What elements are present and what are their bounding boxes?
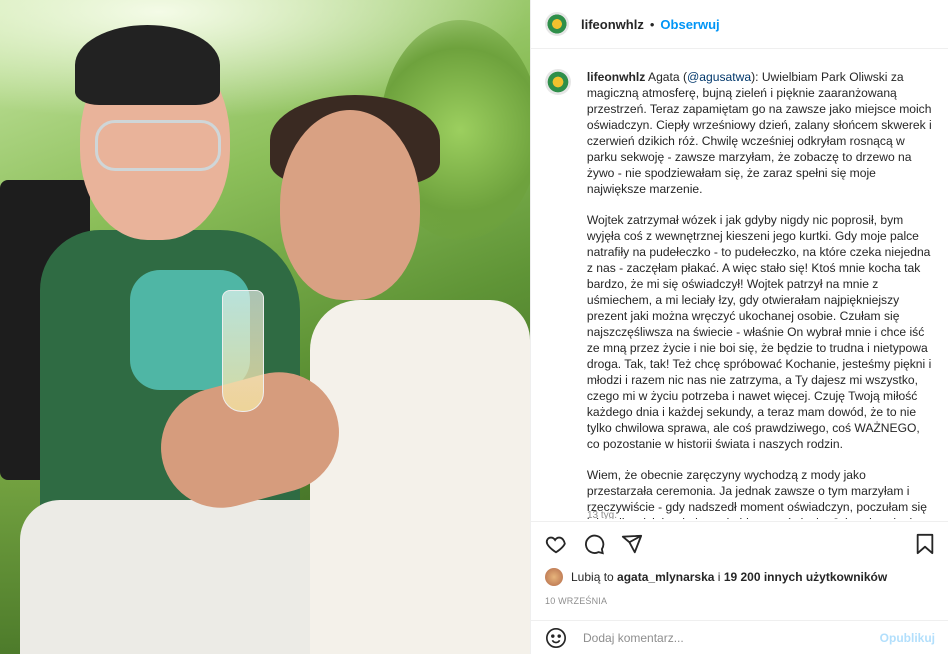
- caption-paragraph-1: lifeonwhlz Agata (@agusatwa): Uwielbiam …: [587, 70, 932, 196]
- post-photo[interactable]: [0, 0, 530, 654]
- action-bar: [531, 521, 948, 565]
- post-date[interactable]: 10 WRZEŚNIA: [545, 596, 607, 606]
- photo-champagne-glass: [222, 290, 264, 412]
- photo-woman-face: [280, 110, 420, 300]
- share-icon[interactable]: [621, 533, 643, 555]
- caption-mention[interactable]: @agusatwa: [687, 70, 751, 84]
- author-avatar[interactable]: [545, 12, 569, 36]
- separator-dot: •: [649, 16, 655, 32]
- likes-middle: i: [717, 570, 721, 584]
- caption-username[interactable]: lifeonwhlz: [587, 70, 645, 84]
- photo-woman-top: [310, 300, 530, 654]
- publish-button[interactable]: Opublikuj: [880, 631, 935, 645]
- caption-text: lifeonwhlz Agata (@agusatwa): Uwielbiam …: [587, 69, 935, 519]
- likes-summary: Lubią to agata_mlynarska i 19 200 innych…: [545, 568, 887, 586]
- comment-input[interactable]: [581, 629, 880, 646]
- post-side-panel: lifeonwhlz • Obserwuj lifeonwhlz Agata (…: [530, 0, 948, 654]
- comment-bar: Opublikuj: [531, 620, 948, 654]
- caption-para1-text: ): Uwielbiam Park Oliwski za magiczną at…: [586, 70, 932, 196]
- caption-time-ago[interactable]: 13 tyg.: [587, 510, 617, 519]
- photo-man-hair: [75, 25, 220, 105]
- photo-blanket: [20, 500, 360, 654]
- follow-button[interactable]: Obserwuj: [660, 17, 719, 32]
- caption-author-avatar[interactable]: [545, 69, 571, 95]
- comment-icon[interactable]: [583, 533, 605, 555]
- bookmark-icon[interactable]: [915, 533, 935, 555]
- caption-intro: Agata (: [648, 70, 688, 84]
- author-username[interactable]: lifeonwhlz: [581, 17, 644, 32]
- heart-icon[interactable]: [545, 533, 567, 555]
- caption-paragraph-3: Wiem, że obecnie zaręczyny wychodzą z mo…: [586, 468, 933, 519]
- smiley-icon[interactable]: [545, 627, 567, 649]
- photo-glasses: [95, 120, 221, 171]
- caption-paragraph-2: Wojtek zatrzymał wózek i jak gdyby nigdy…: [586, 213, 932, 451]
- liker-username[interactable]: agata_mlynarska: [617, 570, 714, 584]
- caption-row: lifeonwhlz Agata (@agusatwa): Uwielbiam …: [531, 49, 948, 519]
- likes-others-link[interactable]: 19 200 innych użytkowników: [724, 570, 887, 584]
- post-header: lifeonwhlz • Obserwuj: [531, 0, 948, 49]
- liker-avatar[interactable]: [545, 568, 563, 586]
- caption-scroll-area[interactable]: lifeonwhlz Agata (@agusatwa): Uwielbiam …: [531, 49, 948, 519]
- likes-prefix: Lubią to: [571, 570, 614, 584]
